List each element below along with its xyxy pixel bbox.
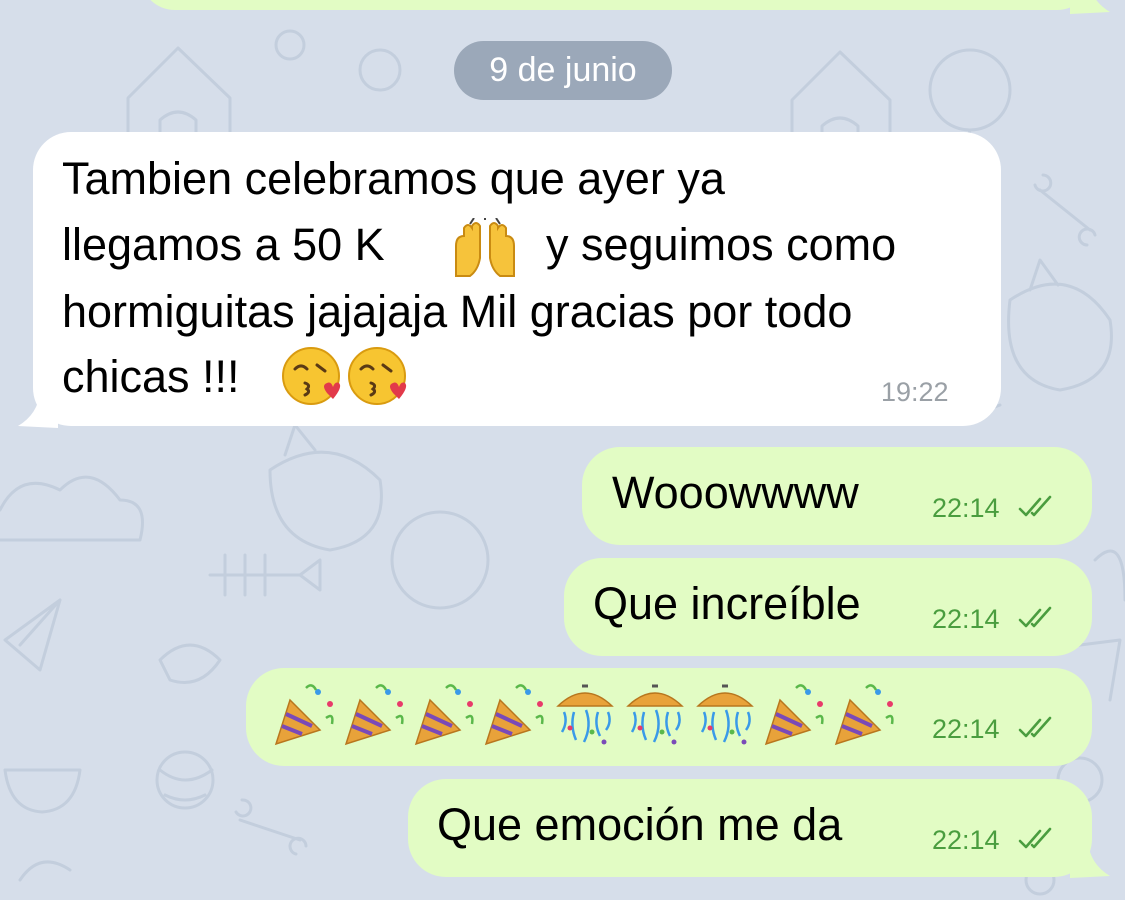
chat-message-list[interactable]: 9 de junio Tambien celebramos que ayer y… <box>0 0 1125 900</box>
raising-hands-icon <box>455 218 515 277</box>
message-timestamp: 19:22 <box>881 377 949 407</box>
party-popper-icon <box>274 684 334 746</box>
message-line: y seguimos como <box>546 219 897 270</box>
outgoing-message-bubble[interactable]: 22:14 <box>246 668 1092 766</box>
message-timestamp: 22:14 <box>932 493 1000 523</box>
confetti-ball-icon <box>696 684 754 745</box>
message-text: Wooowwww <box>612 467 859 518</box>
kissing-face-with-heart-icon <box>348 347 407 405</box>
message-text: Que increíble <box>593 578 861 629</box>
kissing-face-with-heart-icon <box>282 347 341 405</box>
read-double-check-icon <box>1018 495 1052 517</box>
date-separator: 9 de junio <box>454 41 672 100</box>
confetti-ball-icon <box>626 684 684 745</box>
message-line: llegamos a 50 K <box>62 219 385 270</box>
incoming-message-bubble[interactable]: Tambien celebramos que ayer ya llegamos … <box>33 132 1001 426</box>
read-double-check-icon <box>1018 606 1052 628</box>
previous-outgoing-message-bubble[interactable] <box>140 0 1092 10</box>
message-timestamp: 22:14 <box>932 825 1000 855</box>
message-timestamp: 22:14 <box>932 714 1000 744</box>
outgoing-bubble-tail <box>1070 842 1110 878</box>
message-line: chicas !!! <box>62 351 240 402</box>
outgoing-bubble-tail <box>1070 0 1110 14</box>
party-popper-icon <box>764 684 824 746</box>
party-popper-icon <box>414 684 474 746</box>
message-timestamp: 22:14 <box>932 604 1000 634</box>
read-double-check-icon <box>1018 827 1052 849</box>
confetti-ball-icon <box>556 684 614 745</box>
party-popper-icon <box>834 684 894 746</box>
party-popper-icon <box>344 684 404 746</box>
read-double-check-icon <box>1018 716 1052 738</box>
message-line: hormiguitas jajajaja Mil gracias por tod… <box>62 286 853 337</box>
message-line: Tambien celebramos que ayer ya <box>62 153 725 204</box>
message-text: Que emoción me da <box>437 799 843 850</box>
outgoing-message-bubble[interactable]: Que increíble 22:14 <box>564 558 1092 656</box>
incoming-bubble-tail <box>18 392 58 428</box>
outgoing-message-bubble[interactable]: Wooowwww 22:14 <box>582 447 1092 545</box>
outgoing-message-bubble[interactable]: Que emoción me da 22:14 <box>408 779 1092 877</box>
party-popper-icon <box>484 684 544 746</box>
